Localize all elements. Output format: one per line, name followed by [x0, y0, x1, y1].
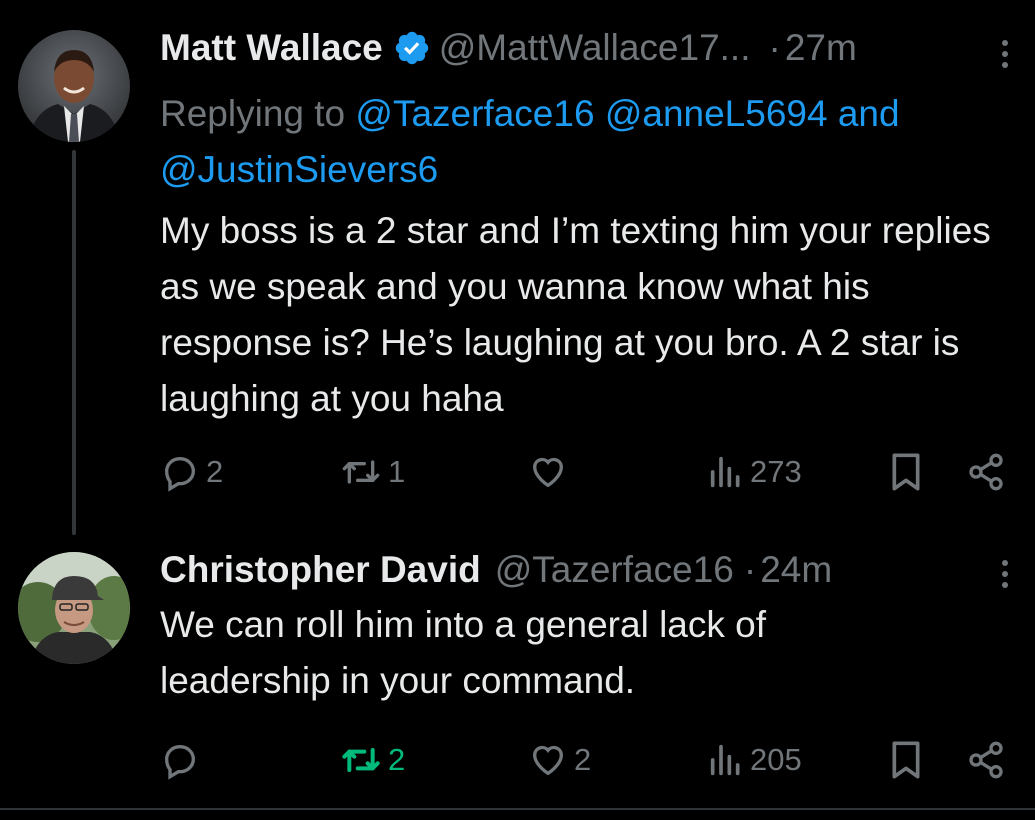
repost-count: 1 [388, 454, 406, 489]
share-icon [969, 453, 1003, 491]
views-icon [710, 744, 740, 776]
thread-line [72, 150, 76, 535]
separator: · [768, 27, 781, 68]
replying-prefix: Replying to [160, 93, 346, 134]
repost-icon [342, 460, 380, 484]
mention-justinsievers[interactable]: @JustinSievers6 [160, 149, 438, 190]
mention-tazerface[interactable]: @Tazerface16 [355, 93, 594, 134]
bookmark-icon [892, 453, 920, 491]
reply-button[interactable]: 2 [160, 452, 223, 492]
reply-button[interactable] [160, 740, 206, 780]
tweet-header: Matt Wallace @MattWallace17... · 27m [160, 26, 857, 70]
like-button[interactable]: 2 [528, 740, 591, 780]
reply-count: 2 [206, 454, 224, 489]
view-count: 273 [750, 454, 802, 489]
view-count: 205 [750, 742, 802, 777]
like-count: 2 [574, 742, 592, 777]
bookmark-button[interactable] [888, 740, 924, 780]
tweet-text: My boss is a 2 star and I’m texting him … [160, 210, 991, 419]
verified-icon [393, 29, 431, 67]
repost-count: 2 [388, 742, 406, 777]
share-icon [969, 741, 1003, 779]
more-icon[interactable] [1000, 560, 1010, 593]
views-button[interactable]: 273 [708, 452, 802, 492]
share-button[interactable] [966, 740, 1006, 780]
tweet-matt-wallace[interactable]: Matt Wallace @MattWallace17... · 27m Replyi… [0, 0, 1035, 540]
author-name[interactable]: Matt Wallace [160, 27, 383, 68]
bookmark-icon [892, 741, 920, 779]
tweet-christopher-david[interactable]: Christopher David @Tazerface16 · 24m We can… [0, 540, 1035, 810]
more-icon[interactable] [1000, 40, 1010, 73]
author-name[interactable]: Christopher David [160, 549, 481, 590]
repost-icon [342, 748, 380, 772]
reply-icon [164, 744, 196, 780]
timestamp[interactable]: 24m [760, 549, 832, 590]
tweet-text: We can roll him into a general lack of l… [160, 604, 767, 701]
replying-to: Replying to @Tazerface16 @anneL5694 and … [160, 86, 1020, 198]
bookmark-button[interactable] [888, 452, 924, 492]
timestamp[interactable]: 27m [785, 27, 857, 68]
share-button[interactable] [966, 452, 1006, 492]
divider [0, 808, 1035, 810]
avatar[interactable] [18, 552, 130, 664]
views-icon [710, 456, 740, 488]
separator: · [743, 549, 757, 590]
like-icon [532, 457, 564, 488]
avatar[interactable] [18, 30, 130, 142]
mention-annel[interactable]: @anneL5694 [605, 93, 828, 134]
author-handle[interactable]: @Tazerface16 [495, 549, 734, 590]
repost-button[interactable]: 1 [340, 452, 405, 492]
views-button[interactable]: 205 [708, 740, 802, 780]
author-handle[interactable]: @MattWallace17... [439, 27, 751, 68]
like-button[interactable] [528, 452, 574, 492]
reply-icon [164, 456, 196, 492]
repost-button[interactable]: 2 [340, 740, 405, 780]
tweet-header: Christopher David @Tazerface16 · 24m [160, 548, 832, 592]
mention-and[interactable]: and [838, 93, 900, 134]
like-icon [532, 745, 564, 776]
